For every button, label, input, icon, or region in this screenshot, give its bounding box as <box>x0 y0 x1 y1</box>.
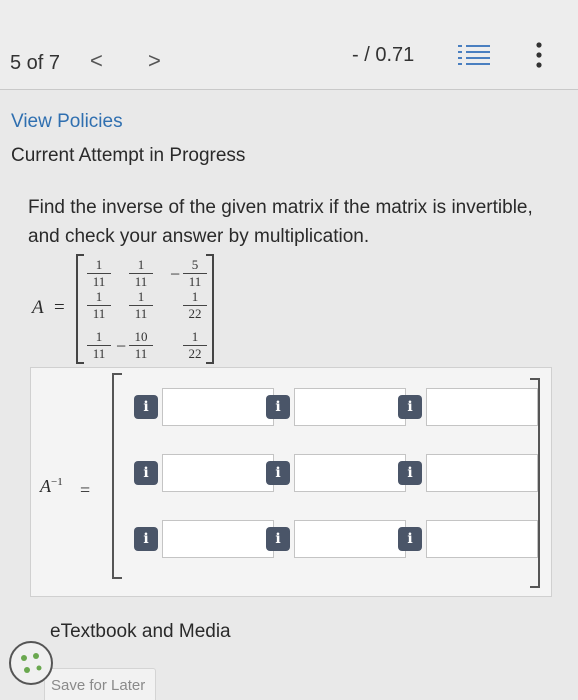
matrix-cell-numerator: 1 <box>137 257 145 272</box>
matrix-cell: 10 11 <box>126 330 156 361</box>
view-policies-link[interactable]: View Policies <box>11 111 123 133</box>
info-icon[interactable]: i <box>398 395 422 419</box>
matrix-cell: 1 11 <box>84 330 114 361</box>
more-options-icon[interactable] <box>532 40 546 70</box>
matrix-cell-denominator: 22 <box>188 346 202 361</box>
matrix-cell-sign: − <box>170 264 181 284</box>
info-icon[interactable]: i <box>134 461 158 485</box>
attempt-status: Current Attempt in Progress <box>11 145 246 166</box>
inverse-label-base: A <box>40 476 51 496</box>
matrix-cell: 1 11 <box>84 290 114 321</box>
matrix-equals: = <box>54 297 65 318</box>
inverse-entry-input-r3c1[interactable] <box>162 520 274 558</box>
next-question-button[interactable]: > <box>148 48 161 74</box>
info-icon[interactable]: i <box>134 395 158 419</box>
previous-question-button[interactable]: < <box>90 48 103 74</box>
matrix-cell-denominator: 11 <box>92 274 106 289</box>
matrix-left-bracket <box>76 254 84 364</box>
matrix-cell-numerator: 10 <box>134 329 148 344</box>
info-icon[interactable]: i <box>398 527 422 551</box>
matrix-cell-denominator: 11 <box>92 346 106 361</box>
inverse-entry-input-r1c1[interactable] <box>162 388 274 426</box>
answer-left-bracket <box>112 373 122 579</box>
info-icon[interactable]: i <box>266 527 290 551</box>
inverse-entry-input-r1c2[interactable] <box>294 388 406 426</box>
question-counter: 5 of 7 <box>10 52 61 74</box>
inverse-entry-input-r1c3[interactable] <box>426 388 538 426</box>
matrix-label: A <box>32 297 44 318</box>
matrix-cell-sign: − <box>116 336 127 356</box>
info-icon[interactable]: i <box>266 395 290 419</box>
inverse-entry-input-r2c1[interactable] <box>162 454 274 492</box>
inverse-entry-input-r2c2[interactable] <box>294 454 406 492</box>
matrix-cell: 5 11 <box>180 258 210 289</box>
matrix-cell: 1 11 <box>126 258 156 289</box>
info-icon[interactable]: i <box>134 527 158 551</box>
matrix-cell-numerator: 1 <box>191 329 199 344</box>
matrix-cell-numerator: 5 <box>191 257 199 272</box>
inverse-entry-input-r3c3[interactable] <box>426 520 538 558</box>
question-text: Find the inverse of the given matrix if … <box>28 197 533 247</box>
matrix-cell-denominator: 11 <box>134 306 148 321</box>
matrix-cell: 1 11 <box>126 290 156 321</box>
inverse-entry-input-r2c3[interactable] <box>426 454 538 492</box>
inverse-equals: = <box>80 480 91 500</box>
matrix-cell-denominator: 11 <box>92 306 106 321</box>
matrix-cell-numerator: 1 <box>95 289 103 304</box>
info-icon[interactable]: i <box>398 461 422 485</box>
cookie-icon[interactable] <box>9 641 53 685</box>
matrix-cell: 1 22 <box>180 290 210 321</box>
matrix-cell-denominator: 11 <box>134 346 148 361</box>
matrix-cell: 1 11 <box>84 258 114 289</box>
info-icon[interactable]: i <box>266 461 290 485</box>
question-list-icon[interactable] <box>456 42 494 68</box>
matrix-cell-numerator: 1 <box>191 289 199 304</box>
save-for-later-button[interactable]: Save for Later <box>44 668 156 700</box>
matrix-cell-numerator: 1 <box>95 257 103 272</box>
matrix-cell-numerator: 1 <box>137 289 145 304</box>
inverse-entry-input-r3c2[interactable] <box>294 520 406 558</box>
inverse-label-superscript: −1 <box>51 476 63 488</box>
score-display: - / 0.71 <box>352 44 415 66</box>
matrix-cell-denominator: 11 <box>134 274 148 289</box>
matrix-cell-denominator: 22 <box>188 306 202 321</box>
inverse-label: A−1 <box>40 476 63 497</box>
etextbook-media-link[interactable]: eTextbook and Media <box>50 621 231 643</box>
matrix-cell-numerator: 1 <box>95 329 103 344</box>
matrix-cell: 1 22 <box>180 330 210 361</box>
matrix-cell-denominator: 11 <box>188 274 202 289</box>
